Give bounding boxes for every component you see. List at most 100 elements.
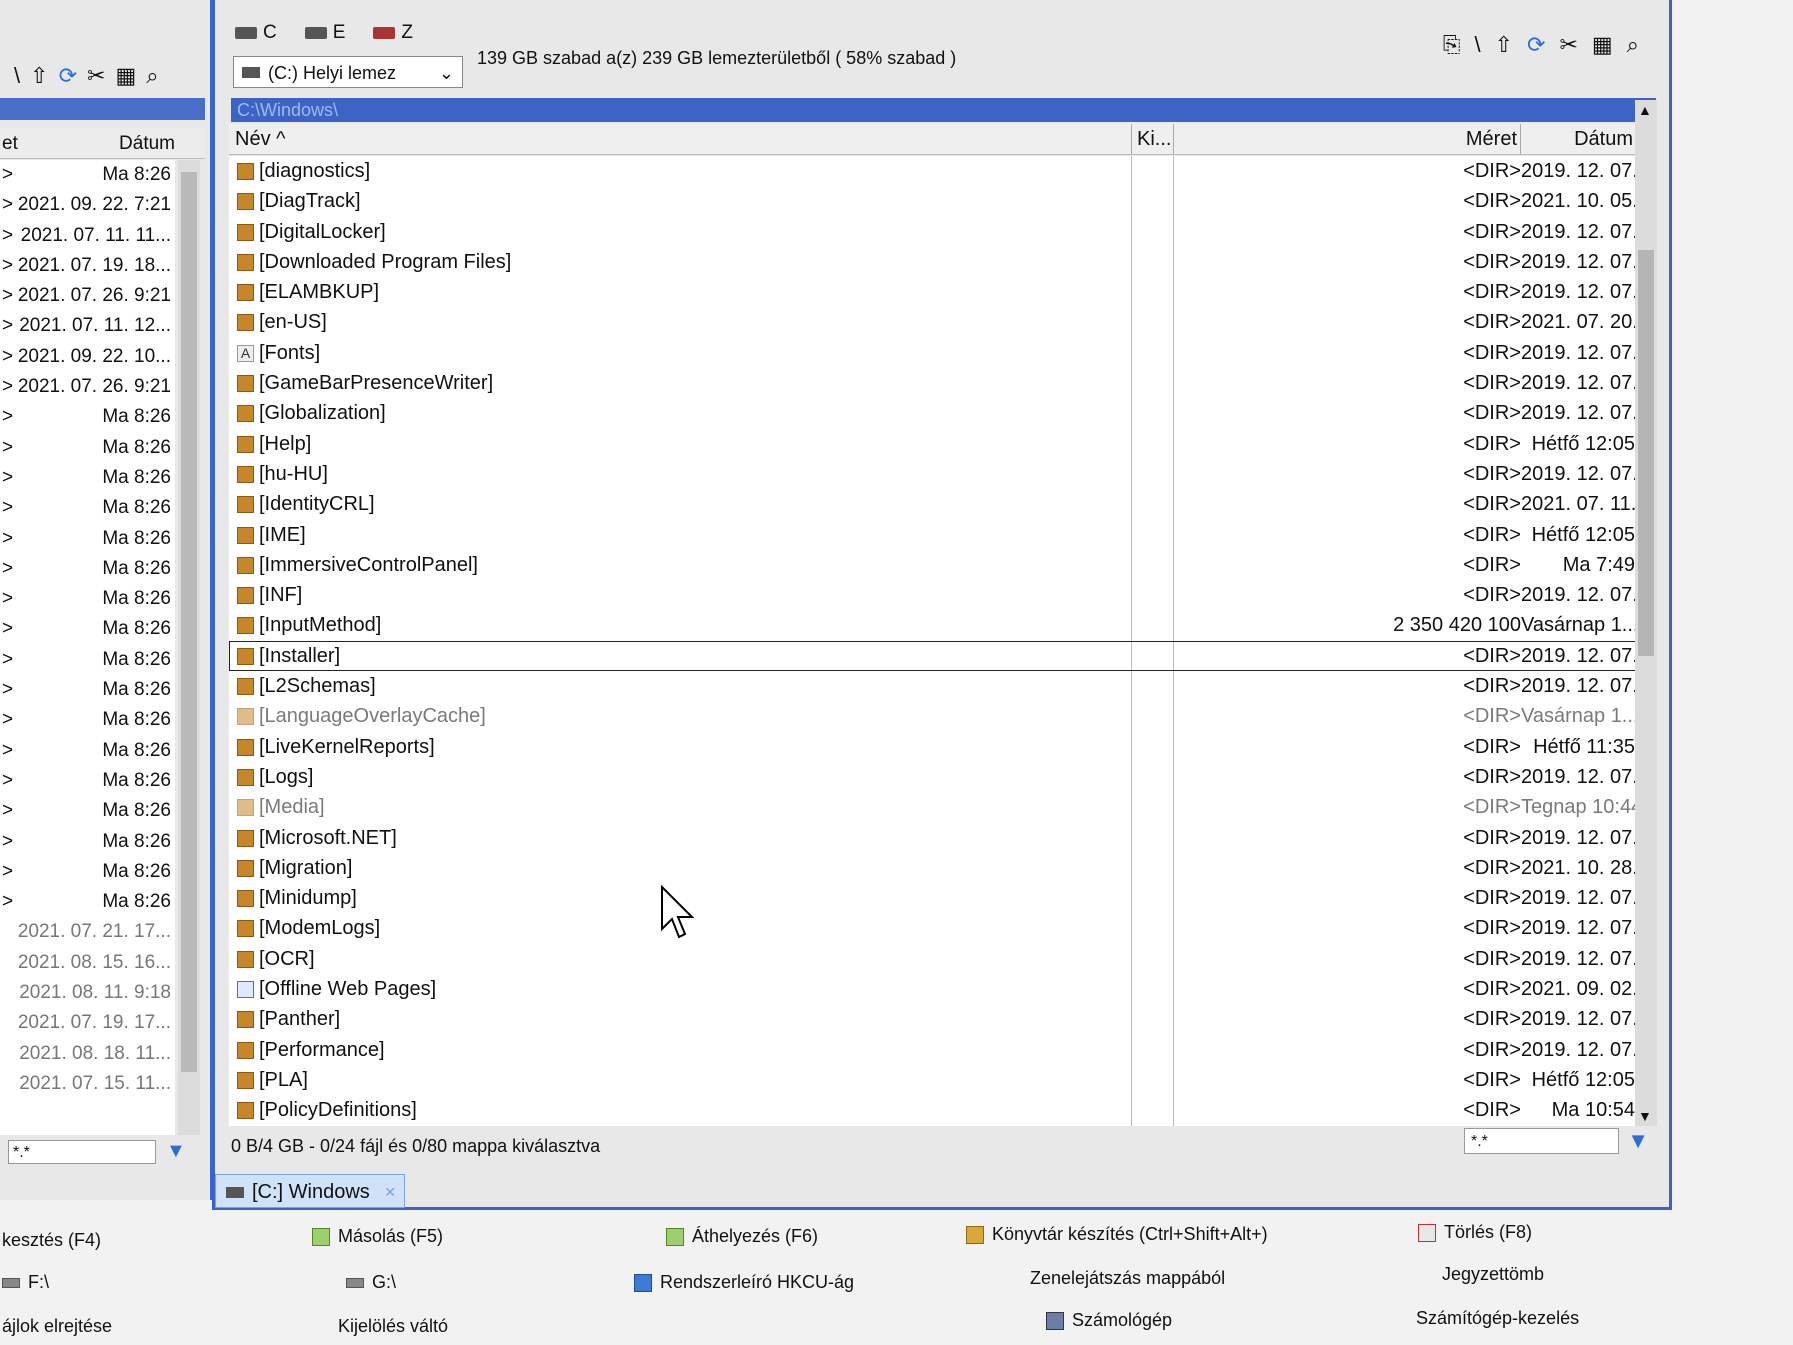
list-item[interactable]: >2021. 09. 22. 7:21 <box>0 190 175 220</box>
list-item[interactable]: > Ma 8:26 <box>0 524 175 554</box>
list-item[interactable]: 2021. 07. 21. 17... <box>0 917 175 947</box>
refresh-icon[interactable]: ⟳ <box>59 63 77 89</box>
list-item[interactable]: > Ma 8:26 <box>0 584 175 614</box>
left-scrollbar[interactable] <box>178 160 200 1135</box>
main-scrollbar[interactable]: ▲ ▼ <box>1635 100 1657 1126</box>
table-row[interactable]: [PolicyDefinitions] <DIR> Ma 10:54 <box>229 1095 1641 1125</box>
list-item[interactable]: > Ma 8:26 <box>0 160 175 190</box>
make-directory-button[interactable]: Könyvtár készítés (Ctrl+Shift+Alt+) <box>966 1224 1268 1245</box>
list-item[interactable]: >2021. 07. 26. 9:21 <box>0 281 175 311</box>
table-row[interactable]: [L2Schemas] <DIR> 2019. 12. 07... <box>229 671 1641 701</box>
close-icon[interactable]: ✕ <box>384 1175 396 1209</box>
move-button[interactable]: Áthelyezés (F6) <box>666 1226 818 1247</box>
name-column-header[interactable]: Név ^ <box>235 128 286 151</box>
table-row[interactable]: [GameBarPresenceWriter] <DIR> 2019. 12. 07… <box>229 368 1641 398</box>
view-icon[interactable]: ▦ <box>1592 32 1613 58</box>
parent-folder-icon[interactable]: ⇧ <box>1495 32 1513 58</box>
main-scrollbar-thumb[interactable] <box>1638 250 1654 656</box>
edit-button[interactable]: kesztés (F4) <box>2 1230 101 1251</box>
calculator-button[interactable]: Számológép <box>1046 1310 1172 1331</box>
table-row[interactable]: [diagnostics] <DIR> 2019. 12. 07... <box>229 156 1641 186</box>
list-item[interactable]: > Ma 8:26 <box>0 887 175 917</box>
scroll-up-icon[interactable]: ▲ <box>1638 102 1652 118</box>
column-separator[interactable] <box>1131 124 1132 154</box>
size-column-header[interactable]: Méret <box>1466 128 1517 151</box>
file-list[interactable]: [diagnostics] <DIR> 2019. 12. 07... [DiagTr… <box>229 156 1641 1126</box>
list-item[interactable]: >2021. 09. 22. 10... <box>0 342 175 372</box>
table-row[interactable]: [ImmersiveControlPanel] <DIR> Ma 7:49 <box>229 550 1641 580</box>
table-row[interactable]: [LanguageOverlayCache] <DIR> Vasárnap 1... <box>229 701 1641 731</box>
computer-management-button[interactable]: Számítógép-kezelés <box>1416 1308 1579 1329</box>
left-file-list[interactable]: > Ma 8:26 >2021. 09. 22. 7:21 >2021. 07. 11… <box>0 160 175 1135</box>
list-item[interactable]: >2021. 07. 11. 12... <box>0 311 175 341</box>
table-row[interactable]: [Offline Web Pages] <DIR> 2021. 09. 02... <box>229 974 1641 1004</box>
copy-button[interactable]: Másolás (F5) <box>312 1226 443 1247</box>
preview-icon[interactable]: ⌕ <box>146 63 158 89</box>
table-row[interactable]: [ModemLogs] <DIR> 2019. 12. 07... <box>229 913 1641 943</box>
list-item[interactable]: > Ma 8:26 <box>0 433 175 463</box>
list-item[interactable]: > Ma 8:26 <box>0 705 175 735</box>
list-item[interactable]: > Ma 8:26 <box>0 796 175 826</box>
list-item[interactable]: > Ma 8:26 <box>0 402 175 432</box>
list-item[interactable]: 2021. 07. 19. 17... <box>0 1008 175 1038</box>
tools-icon[interactable]: ✂ <box>87 63 105 89</box>
table-row[interactable]: [IME] <DIR> Hétfő 12:05 <box>229 520 1641 550</box>
table-row[interactable]: [Installer] <DIR> 2019. 12. 07... <box>229 640 1641 672</box>
list-item[interactable]: > Ma 8:26 <box>0 827 175 857</box>
table-row[interactable]: [LiveKernelReports] <DIR> Hétfő 11:35 <box>229 732 1641 762</box>
column-separator[interactable] <box>1520 124 1521 154</box>
filter-funnel-icon[interactable]: ▼ <box>1627 1128 1649 1154</box>
left-filter-input[interactable]: *.* <box>8 1140 156 1164</box>
tools-icon[interactable]: ✂ <box>1559 32 1577 58</box>
list-item[interactable]: > Ma 8:26 <box>0 736 175 766</box>
main-filter-input[interactable]: *.* <box>1464 1128 1619 1154</box>
list-item[interactable]: > Ma 8:26 <box>0 554 175 584</box>
list-item[interactable]: > Ma 8:26 <box>0 614 175 644</box>
table-row[interactable]: [DigitalLocker] <DIR> 2019. 12. 07... <box>229 217 1641 247</box>
table-row[interactable]: [Downloaded Program Files] <DIR> 2019. 12.… <box>229 247 1641 277</box>
delete-button[interactable]: Törlés (F8) <box>1418 1222 1532 1243</box>
list-item[interactable]: 2021. 07. 15. 11... <box>0 1069 175 1099</box>
date-column-header[interactable]: Dátum <box>1574 128 1633 151</box>
refresh-icon[interactable]: ⟳ <box>1527 32 1545 58</box>
column-separator[interactable] <box>1173 124 1174 154</box>
drive-button-c[interactable]: C <box>235 22 277 44</box>
left-path-bar[interactable] <box>0 98 205 120</box>
table-row[interactable]: [hu-HU] <DIR> 2019. 12. 07... <box>229 459 1641 489</box>
table-row[interactable]: [Globalization] <DIR> 2019. 12. 07... <box>229 398 1641 428</box>
drive-button-e[interactable]: E <box>304 22 345 44</box>
view-icon[interactable]: ▦ <box>115 63 136 89</box>
list-item[interactable]: > Ma 8:26 <box>0 857 175 887</box>
drive-f-button[interactable]: F:\ <box>2 1272 49 1293</box>
drive-g-button[interactable]: G:\ <box>346 1272 396 1293</box>
table-row[interactable]: A [Fonts] <DIR> 2019. 12. 07... <box>229 338 1641 368</box>
tab-c-windows[interactable]: [C:] Windows ✕ <box>215 1174 405 1208</box>
list-item[interactable]: 2021. 08. 15. 16... <box>0 948 175 978</box>
drive-dropdown[interactable]: (C:) Helyi lemez ⌄ <box>233 56 463 88</box>
table-row[interactable]: [Performance] <DIR> 2019. 12. 07... <box>229 1035 1641 1065</box>
list-item[interactable]: > Ma 8:26 <box>0 645 175 675</box>
preview-icon[interactable]: ⌕ <box>1627 32 1639 58</box>
filter-funnel-icon[interactable]: ▼ <box>166 1140 186 1163</box>
path-bar[interactable]: C:\Windows\ <box>231 98 1656 122</box>
list-item[interactable]: > Ma 8:26 <box>0 493 175 523</box>
list-item[interactable]: >2021. 07. 11. 11... <box>0 221 175 251</box>
table-row[interactable]: [DiagTrack] <DIR> 2021. 10. 05... <box>229 186 1641 216</box>
list-item[interactable]: > Ma 8:26 <box>0 675 175 705</box>
list-item[interactable]: > Ma 8:26 <box>0 463 175 493</box>
parent-folder-icon[interactable]: ⇧ <box>30 63 48 89</box>
table-row[interactable]: [Migration] <DIR> 2021. 10. 28... <box>229 853 1641 883</box>
table-row[interactable]: [Media] <DIR> Tegnap 10:44 <box>229 792 1641 822</box>
network-icon[interactable]: ⎘ <box>1443 32 1461 58</box>
table-row[interactable]: [Logs] <DIR> 2019. 12. 07... <box>229 762 1641 792</box>
list-item[interactable]: > Ma 8:26 <box>0 766 175 796</box>
list-item[interactable]: >2021. 07. 26. 9:21 <box>0 372 175 402</box>
drive-button-z[interactable]: Z <box>373 22 413 44</box>
table-row[interactable]: [ELAMBKUP] <DIR> 2019. 12. 07... <box>229 277 1641 307</box>
registry-button[interactable]: Rendszerleíró HKCU-ág <box>634 1272 854 1293</box>
scroll-down-icon[interactable]: ▼ <box>1638 1108 1652 1124</box>
selection-toggle-button[interactable]: Kijelölés váltó <box>338 1316 448 1337</box>
notepad-button[interactable]: Jegyzettömb <box>1442 1264 1544 1285</box>
table-row[interactable]: [Panther] <DIR> 2019. 12. 07... <box>229 1004 1641 1034</box>
table-row[interactable]: [PLA] <DIR> Hétfő 12:05 <box>229 1065 1641 1095</box>
